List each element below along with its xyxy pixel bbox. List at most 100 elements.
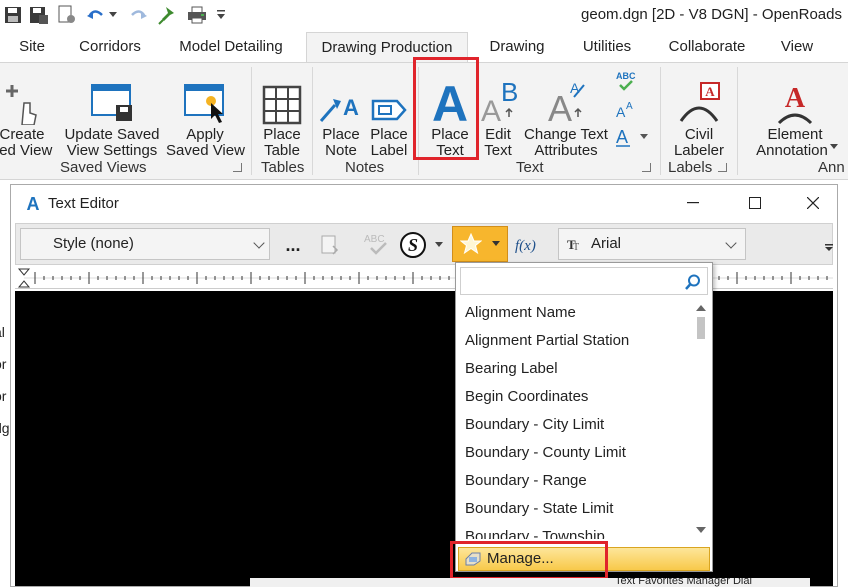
- list-item[interactable]: Boundary - State Limit: [456, 495, 692, 523]
- edit-text-icon: AB: [481, 77, 517, 125]
- svg-text:A: A: [785, 83, 806, 114]
- update-saved-view-settings-button[interactable]: Update Saved View Settings: [62, 67, 162, 159]
- save-icon[interactable]: [2, 3, 24, 27]
- svg-text:A: A: [27, 194, 40, 212]
- text-editor-toolbar: Style (none) ... ABC S f(x) TT Arial: [15, 223, 833, 265]
- field-icon[interactable]: f(x): [514, 230, 544, 260]
- labels-launcher-icon[interactable]: [718, 163, 727, 172]
- tab-model-detailing[interactable]: Model Detailing: [162, 32, 300, 62]
- note-icon: A: [319, 95, 359, 122]
- create-saved-view-button[interactable]: Create ved View: [0, 67, 58, 159]
- left-fragment: al: [0, 324, 5, 340]
- group-saved-views: Saved Views: [60, 159, 147, 176]
- tab-site[interactable]: Site: [0, 32, 64, 62]
- redo-icon[interactable]: [128, 3, 150, 27]
- scroll-up-icon[interactable]: [692, 301, 710, 315]
- text-small-tools: ABC AA A: [612, 69, 652, 151]
- list-item[interactable]: Boundary - Range: [456, 467, 692, 495]
- paste-icon[interactable]: [316, 230, 344, 260]
- symbol-icon[interactable]: S: [398, 230, 428, 260]
- spell-check-icon[interactable]: ABC: [614, 69, 638, 93]
- change-text-attributes-button[interactable]: AA Change Text Attributes: [520, 67, 612, 159]
- civil-label-1: Civil: [684, 126, 714, 143]
- list-item[interactable]: Begin Coordinates: [456, 383, 692, 411]
- save-as-icon[interactable]: [28, 3, 50, 27]
- chevron-down-icon[interactable]: [830, 144, 838, 150]
- customize-icon[interactable]: [214, 3, 228, 27]
- scrollbar-thumb[interactable]: [697, 317, 705, 339]
- close-icon: [807, 197, 819, 209]
- saved-views-launcher-icon[interactable]: [233, 163, 242, 172]
- list-item[interactable]: Boundary - City Limit: [456, 411, 692, 439]
- svg-text:T: T: [573, 242, 579, 251]
- tab-collaborate[interactable]: Collaborate: [656, 32, 758, 62]
- maximize-button[interactable]: [727, 185, 783, 221]
- place-note-button[interactable]: A Place Note: [318, 67, 364, 159]
- minimize-icon: [687, 202, 699, 204]
- minimize-button[interactable]: [665, 185, 721, 221]
- group-labels: Labels: [668, 159, 713, 176]
- toolbar-overflow-icon[interactable]: [825, 234, 833, 252]
- text-editor-window: A Text Editor Style (none) ... ABC S f(x…: [10, 184, 838, 587]
- favorites-scrollbar[interactable]: [692, 299, 710, 539]
- print-icon[interactable]: [186, 3, 208, 27]
- text-launcher-icon[interactable]: [642, 163, 651, 172]
- scroll-down-icon[interactable]: [692, 523, 710, 537]
- table-icon: [262, 85, 302, 125]
- create-label-1: Create: [0, 126, 45, 143]
- favorites-search-input[interactable]: [460, 267, 708, 295]
- group-separator: [660, 67, 661, 175]
- chevron-down-icon[interactable]: [432, 230, 446, 260]
- spell-check-icon[interactable]: ABC: [362, 230, 392, 260]
- text-style-value: Style (none): [53, 235, 134, 252]
- note-label-2: Note: [325, 142, 357, 159]
- close-button[interactable]: [785, 185, 841, 221]
- font-combo[interactable]: TT Arial: [558, 228, 746, 260]
- apply-view-icon: [184, 84, 224, 123]
- maximize-icon: [749, 197, 761, 209]
- element-annotation-icon: A: [777, 83, 813, 125]
- truetype-font-icon: TT: [567, 237, 579, 251]
- list-item[interactable]: Alignment Name: [456, 299, 692, 327]
- change-text-label-1: Change Text: [524, 126, 608, 143]
- tab-utilities[interactable]: Utilities: [570, 32, 644, 62]
- favorites-search-field[interactable]: [465, 269, 680, 293]
- apply-saved-view-button[interactable]: Apply Saved View: [166, 67, 245, 159]
- group-separator: [312, 67, 313, 175]
- undo-icon[interactable]: [84, 3, 106, 27]
- change-text-attributes-icon: AA: [548, 80, 585, 125]
- svg-text:A: A: [570, 80, 580, 96]
- title-bar: geom.dgn [2D - V8 DGN] - OpenRoads: [0, 0, 848, 32]
- text-favorites-button[interactable]: [452, 226, 508, 262]
- civil-labeler-icon: A: [679, 82, 720, 122]
- list-item[interactable]: Boundary - County Limit: [456, 439, 692, 467]
- settings-doc-icon[interactable]: [56, 3, 78, 27]
- edit-text-label-1: Edit: [485, 126, 511, 143]
- list-item[interactable]: Boundary - Township: [456, 523, 692, 539]
- text-style-icon[interactable]: A: [614, 125, 650, 149]
- pin-icon[interactable]: [156, 3, 178, 27]
- place-table-button[interactable]: Place Table: [256, 67, 308, 159]
- civil-labeler-button[interactable]: A Civil Labeler: [666, 67, 732, 159]
- place-label-button[interactable]: Place Label: [366, 67, 412, 159]
- list-item[interactable]: Bearing Label: [456, 355, 692, 383]
- text-scale-icon[interactable]: AA: [614, 97, 638, 121]
- civil-label-2: Labeler: [673, 142, 725, 159]
- element-annotation-button[interactable]: A Element Annotation: [744, 67, 846, 159]
- tab-view[interactable]: View: [768, 32, 826, 62]
- edit-text-button[interactable]: AB Edit Text: [478, 67, 518, 159]
- undo-dropdown-icon[interactable]: [106, 3, 120, 27]
- label-label-1: Place: [370, 126, 408, 143]
- create-label-2: ved View: [0, 142, 53, 159]
- list-item[interactable]: Alignment Partial Station: [456, 327, 692, 355]
- svg-text:A: A: [705, 84, 715, 99]
- tab-corridors[interactable]: Corridors: [64, 32, 156, 62]
- svg-text:A: A: [481, 95, 501, 125]
- apply-label-1: Apply: [186, 126, 224, 143]
- create-saved-view-icon: [6, 85, 37, 125]
- table-label-1: Place: [263, 126, 301, 143]
- more-button[interactable]: ...: [280, 230, 306, 260]
- text-style-combo[interactable]: Style (none): [20, 228, 270, 260]
- text-favorites-dropdown: Alignment Name Alignment Partial Station…: [455, 262, 713, 572]
- tab-drawing[interactable]: Drawing: [476, 32, 558, 62]
